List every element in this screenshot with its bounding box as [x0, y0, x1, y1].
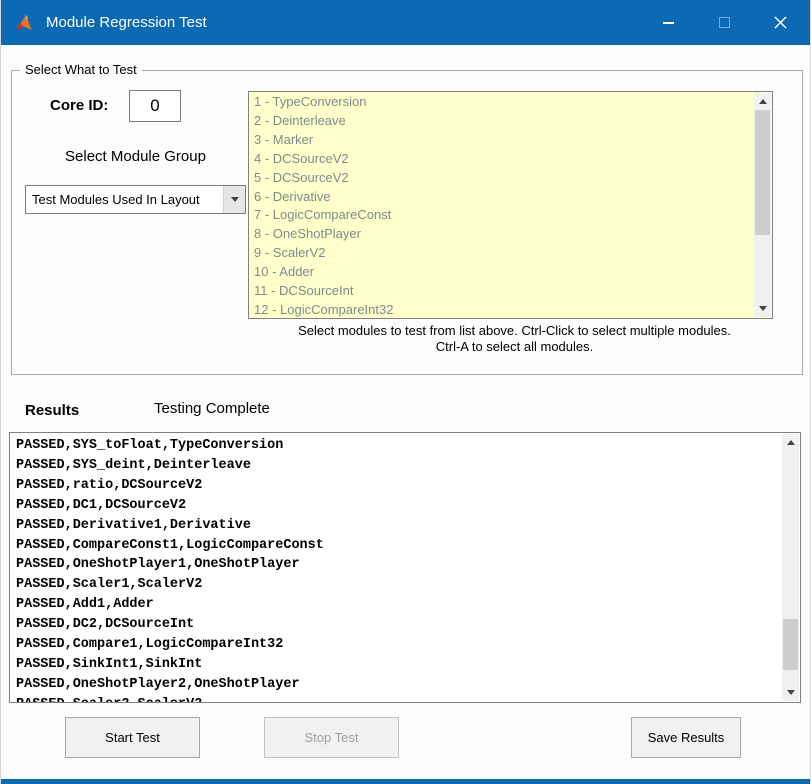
start-test-button[interactable]: Start Test [65, 717, 200, 758]
module-list-item[interactable]: 3 - Marker [254, 131, 755, 150]
result-row[interactable]: PASSED,SYS_toFloat,TypeConversion [16, 436, 782, 456]
module-list-item[interactable]: 6 - Derivative [254, 188, 755, 207]
stop-test-button[interactable]: Stop Test [264, 717, 399, 758]
module-list-item[interactable]: 11 - DCSourceInt [254, 282, 755, 301]
result-row[interactable]: PASSED,OneShotPlayer2,OneShotPlayer [16, 675, 782, 695]
module-scroll-up-button[interactable] [754, 93, 771, 110]
test-status-text: Testing Complete [154, 400, 270, 417]
module-list-items: 1 - TypeConversion 2 - Deinterleave 3 - … [249, 92, 755, 318]
module-scroll-track[interactable] [754, 110, 771, 300]
groupbox-legend: Select What to Test [20, 62, 142, 77]
result-row[interactable]: PASSED,ratio,DCSourceV2 [16, 476, 782, 496]
titlebar: Module Regression Test [1, 0, 810, 45]
module-list-scrollbar[interactable] [754, 93, 771, 317]
module-group-label: Select Module Group [25, 148, 246, 165]
result-row[interactable]: PASSED,SYS_deint,Deinterleave [16, 456, 782, 476]
result-row[interactable]: PASSED,Scaler2,ScalerV2 [16, 695, 782, 702]
module-list-item[interactable]: 8 - OneShotPlayer [254, 225, 755, 244]
arrow-up-icon [787, 440, 795, 445]
close-button[interactable] [752, 0, 808, 45]
results-listbox[interactable]: PASSED,SYS_toFloat,TypeConversion PASSED… [9, 432, 801, 703]
result-row[interactable]: PASSED,Derivative1,Derivative [16, 516, 782, 536]
app-window: Module Regression Test Select What to Te… [0, 0, 811, 784]
module-list-item[interactable]: 2 - Deinterleave [254, 112, 755, 131]
module-list-item[interactable]: 7 - LogicCompareConst [254, 206, 755, 225]
results-scroll-down-button[interactable] [782, 684, 799, 701]
module-selection-hint: Select modules to test from list above. … [242, 323, 787, 355]
result-row[interactable]: PASSED,SinkInt1,SinkInt [16, 655, 782, 675]
hint-line-1: Select modules to test from list above. … [242, 323, 787, 339]
results-label: Results [25, 402, 79, 419]
result-row[interactable]: PASSED,Compare1,LogicCompareInt32 [16, 635, 782, 655]
module-list-item[interactable]: 1 - TypeConversion [254, 93, 755, 112]
chevron-down-icon [231, 197, 239, 202]
matlab-icon [15, 13, 35, 33]
module-scroll-down-button[interactable] [754, 300, 771, 317]
maximize-icon [719, 17, 730, 28]
result-row[interactable]: PASSED,OneShotPlayer1,OneShotPlayer [16, 555, 782, 575]
result-row[interactable]: PASSED,Scaler1,ScalerV2 [16, 575, 782, 595]
core-id-input[interactable] [129, 90, 181, 122]
minimize-button[interactable] [640, 0, 696, 45]
module-list-item[interactable]: 9 - ScalerV2 [254, 244, 755, 263]
module-scroll-thumb[interactable] [755, 110, 770, 235]
module-group-dropdown[interactable]: Test Modules Used In Layout [25, 185, 246, 214]
result-row[interactable]: PASSED,DC1,DCSourceV2 [16, 496, 782, 516]
arrow-down-icon [787, 690, 795, 695]
results-scroll-track[interactable] [782, 451, 799, 684]
module-listbox[interactable]: 1 - TypeConversion 2 - Deinterleave 3 - … [248, 91, 773, 319]
save-results-button[interactable]: Save Results [631, 717, 741, 758]
module-group-selected-value: Test Modules Used In Layout [26, 192, 223, 207]
arrow-up-icon [759, 99, 767, 104]
module-list-item[interactable]: 4 - DCSourceV2 [254, 150, 755, 169]
module-list-item[interactable]: 12 - LogicCompareInt32 [254, 301, 755, 318]
module-list-item[interactable]: 10 - Adder [254, 263, 755, 282]
window-bottom-border [1, 779, 810, 784]
results-scroll-up-button[interactable] [782, 434, 799, 451]
window-controls [640, 0, 808, 45]
results-scrollbar[interactable] [782, 434, 799, 701]
close-icon [774, 16, 787, 29]
hint-line-2: Ctrl-A to select all modules. [242, 339, 787, 355]
result-row[interactable]: PASSED,DC2,DCSourceInt [16, 615, 782, 635]
results-scroll-thumb[interactable] [783, 619, 798, 670]
module-list-item[interactable]: 5 - DCSourceV2 [254, 169, 755, 188]
select-what-to-test-group: Select What to Test Core ID: Select Modu… [11, 70, 803, 375]
window-title: Module Regression Test [46, 14, 207, 31]
results-rows: PASSED,SYS_toFloat,TypeConversion PASSED… [10, 433, 782, 702]
arrow-down-icon [759, 306, 767, 311]
maximize-button[interactable] [696, 0, 752, 45]
result-row[interactable]: PASSED,CompareConst1,LogicCompareConst [16, 536, 782, 556]
minimize-icon [663, 22, 674, 24]
core-id-label: Core ID: [50, 97, 108, 114]
result-row[interactable]: PASSED,Add1,Adder [16, 595, 782, 615]
dropdown-arrow-button[interactable] [223, 186, 245, 213]
